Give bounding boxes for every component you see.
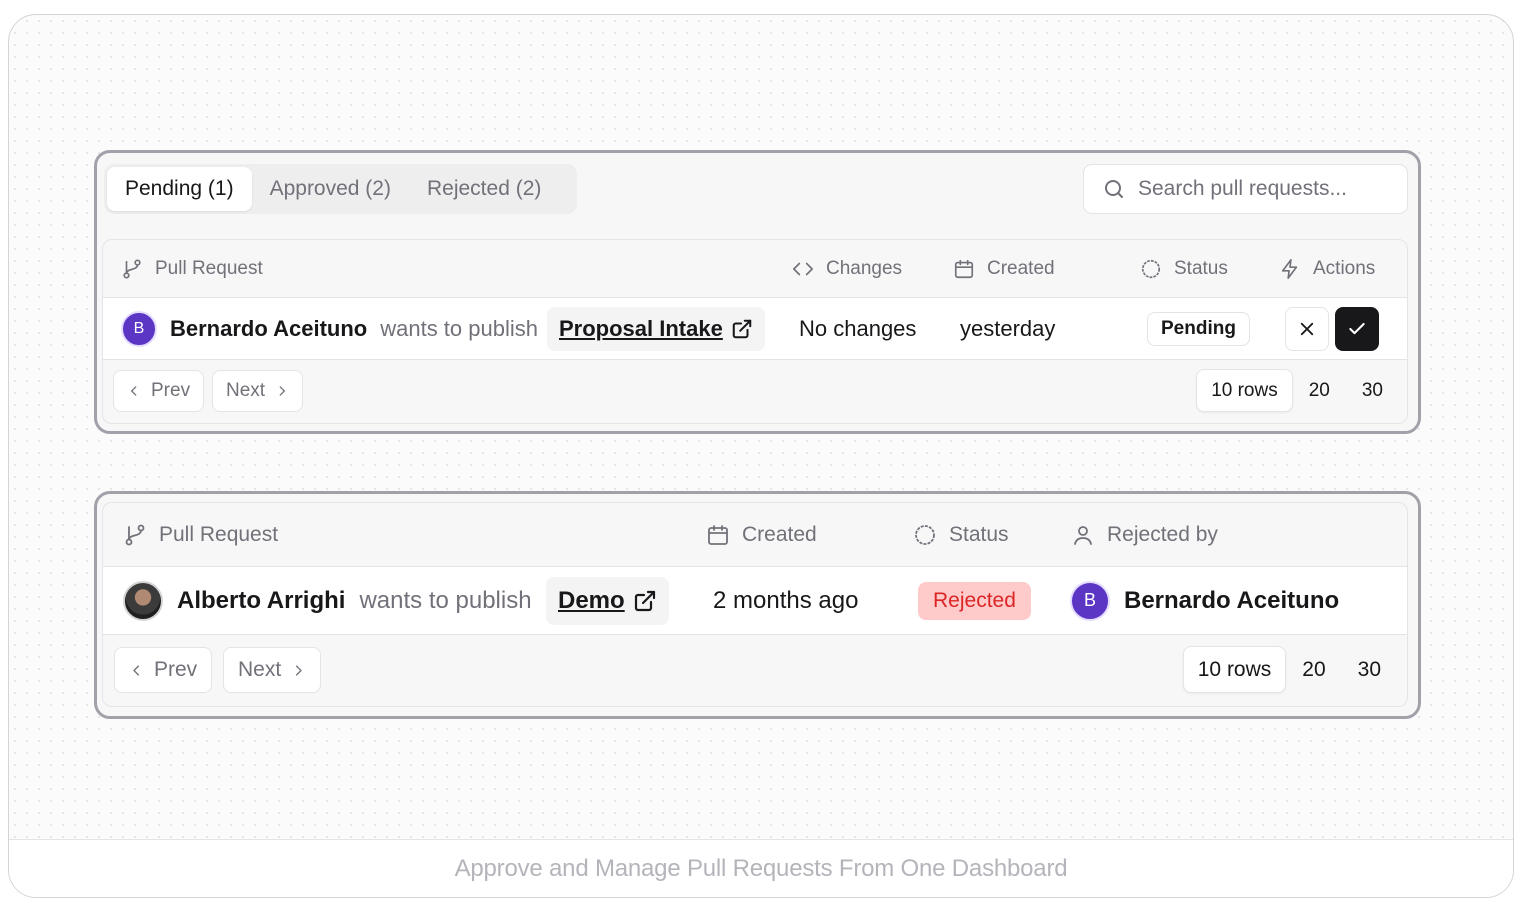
pagination-bar: Prev Next 10 rows 20 30 (103, 360, 1407, 423)
table-row: Alberto Arrighi wants to publish Demo 2 … (103, 567, 1407, 635)
column-status: Status (913, 503, 1009, 566)
pull-request-cell: Alberto Arrighi wants to publish (123, 567, 532, 634)
caption-text: Approve and Manage Pull Requests From On… (454, 854, 1068, 882)
next-label: Next (226, 380, 266, 401)
tab-approved[interactable]: Approved (2) (252, 167, 409, 211)
rejected-table: Pull Request Created Status Rejected by … (102, 502, 1408, 707)
rows-option-10[interactable]: 10 rows (1196, 369, 1293, 412)
chevron-left-icon (129, 663, 144, 678)
column-status: Status (1140, 240, 1228, 297)
status-badge: Rejected (918, 581, 1031, 620)
created-value: 2 months ago (713, 586, 859, 614)
search-input[interactable] (1138, 177, 1388, 201)
created-value: yesterday (960, 315, 1056, 341)
table-header: Pull Request Changes Created Status Acti… (103, 240, 1407, 298)
search-icon (1102, 177, 1126, 201)
search-box[interactable] (1083, 164, 1408, 214)
pending-panel: Pending (1) Approved (2) Rejected (2) Pu… (94, 150, 1421, 434)
avatar: B (1070, 580, 1110, 621)
status-circle-icon (1140, 258, 1162, 280)
target-link-label: Demo (558, 586, 625, 614)
target-cell: Demo (546, 567, 669, 634)
status-cell: Rejected (918, 567, 1031, 634)
rows-per-page: 10 rows 20 30 (1196, 369, 1399, 412)
prev-button[interactable]: Prev (114, 647, 213, 693)
avatar (123, 580, 163, 621)
author-name: Bernardo Aceituno (170, 315, 368, 341)
rejected-panel: Pull Request Created Status Rejected by … (94, 491, 1421, 719)
column-label: Actions (1313, 257, 1376, 279)
column-label: Status (949, 522, 1009, 546)
publish-verb: wants to publish (380, 315, 538, 341)
column-created: Created (953, 240, 1055, 297)
prev-label: Prev (154, 658, 198, 681)
chevron-left-icon (127, 384, 141, 398)
status-badge: Pending (1147, 311, 1250, 346)
table-row: B Bernardo Aceituno wants to publish Pro… (103, 298, 1407, 360)
external-link-icon (731, 318, 753, 340)
rejected-by-name: Bernardo Aceituno (1124, 586, 1340, 614)
column-label: Created (742, 522, 817, 546)
column-label: Changes (826, 257, 903, 279)
actions-cell (1285, 298, 1379, 359)
column-label: Pull Request (159, 522, 279, 546)
git-branch-icon (123, 523, 147, 547)
table-header: Pull Request Created Status Rejected by (103, 503, 1407, 567)
close-icon (1298, 320, 1316, 338)
external-link-icon (633, 589, 657, 613)
column-label: Pull Request (155, 257, 263, 279)
rows-per-page: 10 rows 20 30 (1182, 646, 1397, 693)
reject-button[interactable] (1285, 306, 1329, 351)
target-link[interactable]: Demo (546, 576, 669, 625)
next-button[interactable]: Next (223, 647, 322, 693)
caption-bar: Approve and Manage Pull Requests From On… (9, 839, 1513, 897)
column-actions: Actions (1279, 240, 1375, 297)
approve-button[interactable] (1335, 306, 1379, 351)
next-button[interactable]: Next (212, 370, 304, 412)
column-rejected-by: Rejected by (1071, 503, 1218, 566)
publish-verb: wants to publish (359, 586, 532, 614)
pending-table: Pull Request Changes Created Status Acti… (102, 239, 1408, 424)
lightning-icon (1279, 258, 1301, 280)
rows-option-20[interactable]: 20 (1293, 369, 1346, 412)
check-icon (1347, 319, 1367, 339)
target-link-label: Proposal Intake (559, 315, 723, 341)
tab-rejected[interactable]: Rejected (2) (409, 167, 559, 211)
prev-label: Prev (151, 380, 191, 401)
column-label: Status (1174, 257, 1228, 279)
rejected-by-cell: B Bernardo Aceituno (1070, 567, 1339, 634)
target-cell: Proposal Intake (547, 298, 765, 359)
chevron-right-icon (275, 384, 289, 398)
column-label: Created (987, 257, 1055, 279)
calendar-icon (706, 523, 730, 547)
status-cell: Pending (1147, 298, 1250, 359)
changes-value: No changes (799, 315, 917, 341)
column-changes: Changes (792, 240, 902, 297)
user-icon (1071, 523, 1095, 547)
code-icon (792, 258, 814, 280)
showcase-frame: Pending (1) Approved (2) Rejected (2) Pu… (8, 14, 1514, 898)
column-pull-request: Pull Request (121, 240, 263, 297)
rows-option-30[interactable]: 30 (1342, 646, 1397, 693)
column-pull-request: Pull Request (123, 503, 278, 566)
git-branch-icon (121, 258, 143, 280)
next-label: Next (238, 658, 282, 681)
avatar: B (121, 310, 157, 347)
pull-request-cell: B Bernardo Aceituno wants to publish (121, 298, 538, 359)
rows-option-20[interactable]: 20 (1286, 646, 1341, 693)
column-created: Created (706, 503, 817, 566)
tab-pending[interactable]: Pending (1) (107, 167, 252, 211)
pagination-bar: Prev Next 10 rows 20 30 (103, 635, 1407, 706)
column-label: Rejected by (1107, 522, 1218, 546)
rows-option-30[interactable]: 30 (1346, 369, 1399, 412)
author-name: Alberto Arrighi (177, 586, 346, 614)
chevron-right-icon (291, 663, 306, 678)
rows-option-10[interactable]: 10 rows (1182, 646, 1287, 693)
target-link[interactable]: Proposal Intake (547, 306, 765, 351)
status-tabs: Pending (1) Approved (2) Rejected (2) (104, 164, 577, 214)
status-circle-icon (913, 523, 937, 547)
prev-button[interactable]: Prev (113, 370, 205, 412)
calendar-icon (953, 258, 975, 280)
